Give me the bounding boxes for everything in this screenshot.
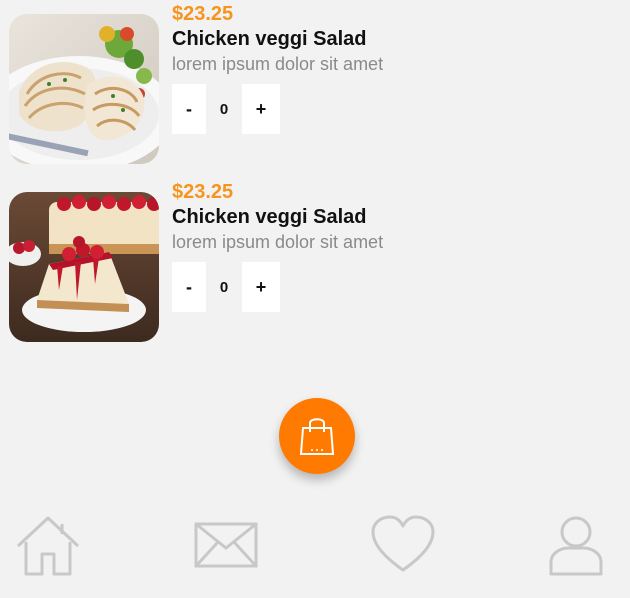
home-icon xyxy=(16,516,80,576)
cart-item: $23.25 Chicken veggi Salad lorem ipsum d… xyxy=(0,0,630,164)
nav-favorites[interactable] xyxy=(370,514,436,579)
shopping-bag-icon xyxy=(299,418,335,455)
nav-home[interactable] xyxy=(14,514,82,583)
cart-button[interactable] xyxy=(279,398,355,474)
nav-profile[interactable] xyxy=(545,514,607,583)
item-price: $23.25 xyxy=(172,3,234,25)
nav-messages[interactable] xyxy=(192,514,260,579)
item-title: Chicken veggi Salad xyxy=(172,206,367,228)
grilled-fish-salad-image[interactable] xyxy=(9,14,159,164)
quantity-value: 0 xyxy=(219,278,229,296)
quantity-stepper: - 0 + xyxy=(172,84,383,134)
item-description: lorem ipsum dolor sit amet xyxy=(172,54,384,74)
cart-item: $23.25 Chicken veggi Salad lorem ipsum d… xyxy=(0,178,630,342)
decrement-button[interactable]: - xyxy=(172,84,206,134)
quantity-stepper: - 0 + xyxy=(172,262,383,312)
item-info: $23.25 Chicken veggi Salad lorem ipsum d… xyxy=(172,2,383,134)
quantity-value: 0 xyxy=(219,100,229,118)
mail-icon xyxy=(194,522,258,568)
item-price: $23.25 xyxy=(172,181,234,203)
item-info: $23.25 Chicken veggi Salad lorem ipsum d… xyxy=(172,180,383,312)
heart-icon xyxy=(371,515,435,572)
decrement-button[interactable]: - xyxy=(172,262,206,312)
bottom-navigation xyxy=(0,508,630,598)
user-icon xyxy=(549,516,603,576)
cherry-cheesecake-image[interactable] xyxy=(9,192,159,342)
increment-button[interactable]: + xyxy=(242,84,280,134)
item-title: Chicken veggi Salad xyxy=(172,28,367,50)
item-description: lorem ipsum dolor sit amet xyxy=(172,232,384,252)
increment-button[interactable]: + xyxy=(242,262,280,312)
